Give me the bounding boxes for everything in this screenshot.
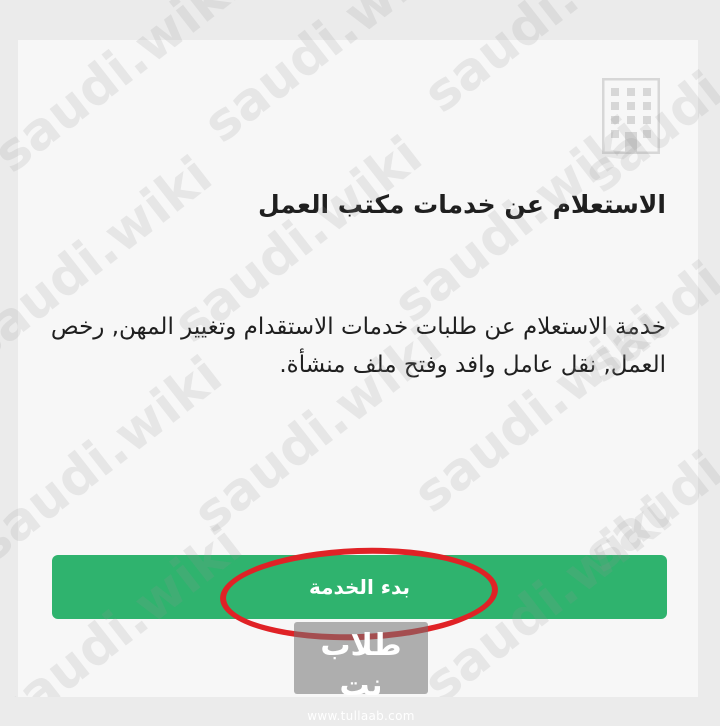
site-logo-url: www.tullaab.com (307, 709, 415, 723)
site-logo: طلاب نت www.tullaab.com (294, 622, 428, 723)
start-service-button[interactable]: بدء الخدمة (52, 555, 667, 619)
building-icon (602, 78, 660, 154)
service-card: الاستعلام عن خدمات مكتب العمل خدمة الاست… (18, 40, 698, 697)
site-logo-text: طلاب نت (320, 628, 402, 703)
service-title: الاستعلام عن خدمات مكتب العمل (257, 190, 666, 219)
service-description: خدمة الاستعلام عن طلبات خدمات الاستقدام … (50, 314, 666, 378)
